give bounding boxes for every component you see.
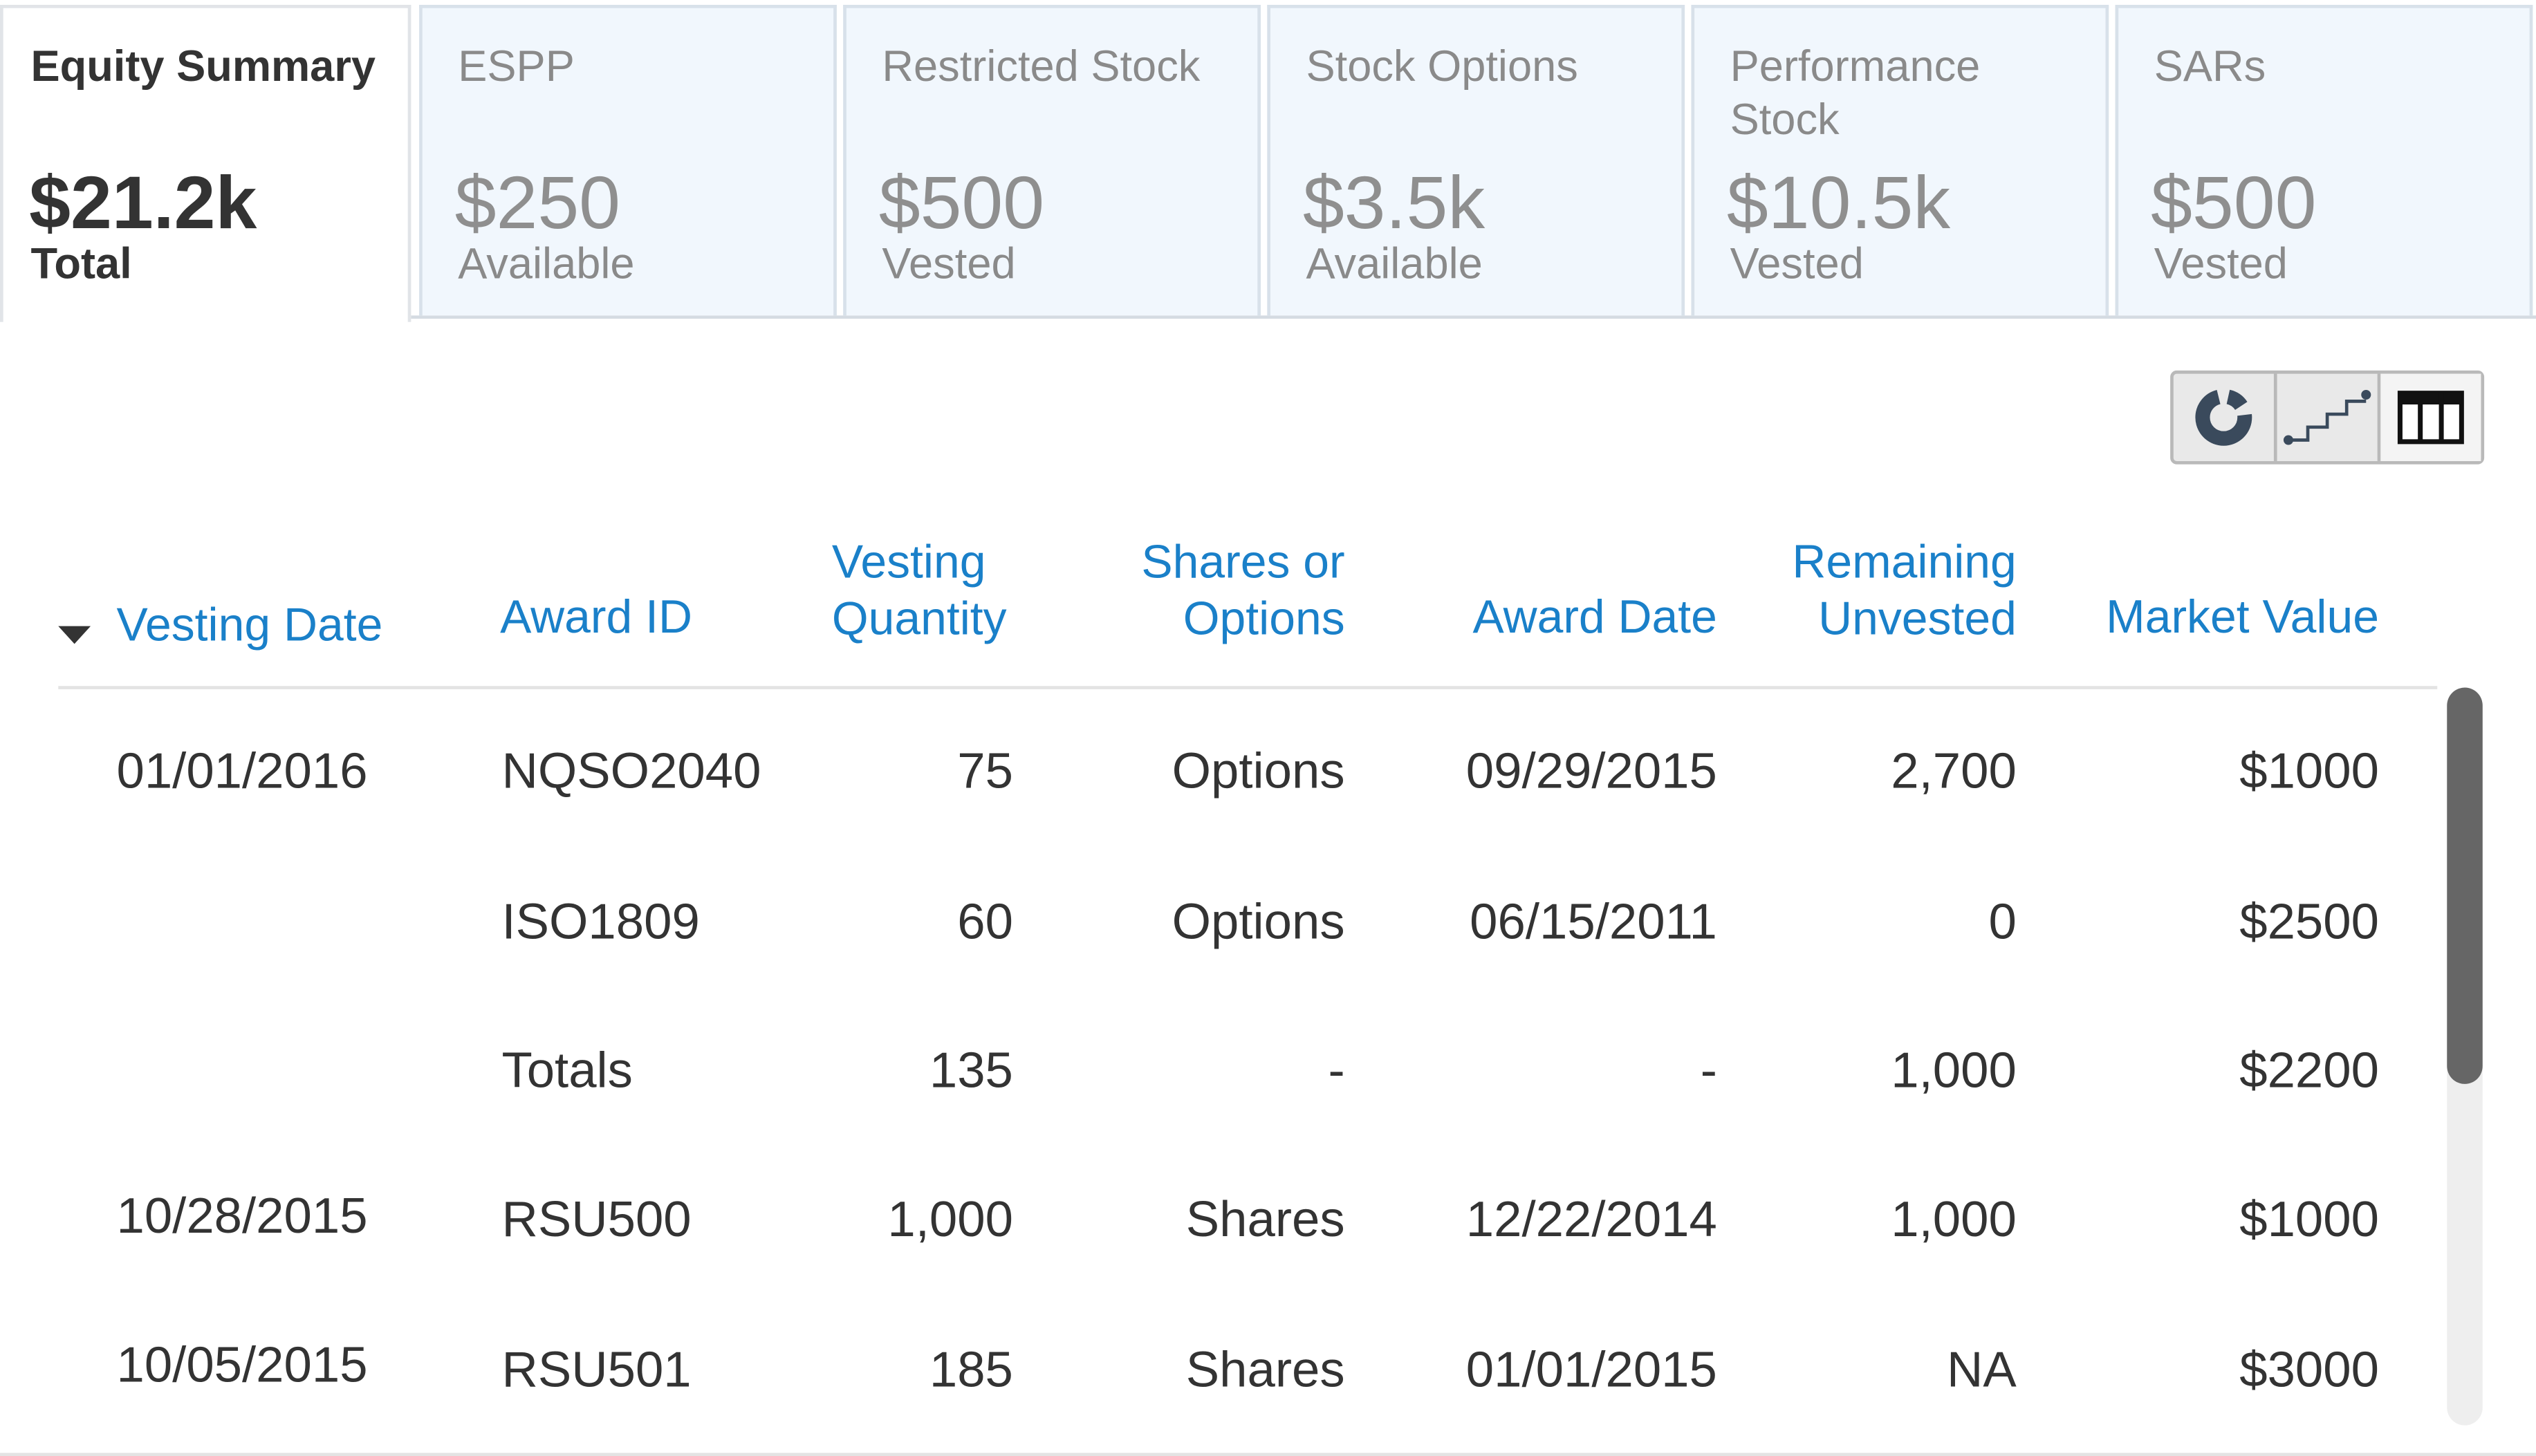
cell-award-date: 09/29/2015 [1465, 743, 1717, 800]
tab-title: Performance Stock [1730, 41, 1981, 144]
tab-label: Total [30, 239, 132, 288]
equity-summary-widget: Equity Summary $21.2k Total ESPP $250 Av… [0, 0, 2536, 1456]
tab-value: $500 [2151, 160, 2317, 245]
tab-stock-options[interactable]: Stock Options $3.5k Available [1267, 5, 1685, 316]
cell-vesting-quantity: 1,000 [887, 1191, 1013, 1248]
cell-vesting-date: 10/05/2015 [116, 1336, 368, 1393]
cell-award-date: 06/15/2011 [1470, 893, 1717, 950]
sort-descending-icon[interactable] [58, 626, 91, 644]
tab-value: $250 [454, 160, 621, 245]
tab-value: $10.5k [1726, 160, 1951, 245]
cell-vesting-quantity: 135 [929, 1042, 1013, 1099]
cell-vesting-quantity: 185 [929, 1341, 1013, 1398]
tab-title: Stock Options [1306, 41, 1578, 91]
header-vesting-quantity[interactable]: Vesting Quantity [832, 536, 1042, 649]
tab-label: Vested [1730, 239, 1864, 288]
tab-label: Vested [882, 239, 1016, 288]
columns-table-icon [2397, 391, 2464, 445]
cell-market-value: $1000 [2239, 1191, 2380, 1248]
cell-shares-or-options: Shares [1185, 1341, 1345, 1398]
cell-market-value: $2500 [2239, 893, 2380, 950]
cell-remaining-unvested: NA [1947, 1341, 2017, 1398]
donut-chart-icon [2195, 389, 2252, 446]
tab-performance-stock[interactable]: Performance Stock $10.5k Vested [1691, 5, 2109, 316]
cell-shares-or-options: Shares [1185, 1191, 1345, 1248]
tab-sars[interactable]: SARs $500 Vested [2115, 5, 2533, 316]
cell-award-date: - [1700, 1042, 1717, 1099]
header-shares-or-options[interactable]: Shares or Options [1086, 536, 1344, 649]
scrollbar-thumb[interactable] [2447, 687, 2483, 1084]
tab-value: $21.2k [29, 160, 257, 245]
cell-remaining-unvested: 1,000 [1891, 1042, 2017, 1099]
cell-shares-or-options: Options [1172, 743, 1345, 800]
view-toggle-group [2170, 370, 2485, 465]
step-chart-icon [2283, 389, 2371, 445]
tab-restricted-stock[interactable]: Restricted Stock $500 Vested [843, 5, 1261, 316]
cell-vesting-quantity: 75 [957, 743, 1013, 800]
cell-shares-or-options: - [1328, 1042, 1345, 1099]
cell-remaining-unvested: 2,700 [1891, 743, 2017, 800]
header-award-id[interactable]: Award ID [500, 590, 692, 647]
tab-title: ESPP [458, 41, 575, 91]
tab-espp[interactable]: ESPP $250 Available [419, 5, 837, 316]
tab-title: SARs [2154, 41, 2266, 91]
bottom-divider [0, 1453, 2536, 1456]
cell-award-id: NQSO2040 [501, 743, 761, 800]
cell-award-id: RSU500 [501, 1191, 692, 1248]
tab-title: Restricted Stock [882, 41, 1201, 91]
cell-market-value: $2200 [2239, 1042, 2380, 1099]
header-remaining-unvested[interactable]: Remaining Unvested [1741, 536, 2016, 649]
donut-view-button[interactable] [2174, 373, 2277, 461]
cell-vesting-quantity: 60 [957, 893, 1013, 950]
header-vesting-date[interactable]: Vesting Date [116, 599, 382, 655]
tab-equity-summary[interactable]: Equity Summary $21.2k Total [0, 5, 411, 322]
tab-value: $3.5k [1302, 160, 1485, 245]
table-view-button[interactable] [2380, 373, 2481, 461]
cell-award-id: ISO1809 [501, 893, 700, 950]
cell-market-value: $1000 [2239, 743, 2380, 800]
tab-title: Equity Summary [30, 41, 376, 91]
cell-award-date: 01/01/2015 [1465, 1341, 1717, 1398]
tab-divider [409, 315, 2536, 319]
tab-label: Available [1306, 239, 1483, 288]
equity-tabs: Equity Summary $21.2k Total ESPP $250 Av… [0, 0, 2536, 322]
cell-remaining-unvested: 1,000 [1891, 1191, 2017, 1248]
tab-value: $500 [878, 160, 1045, 245]
cell-remaining-unvested: 0 [1988, 893, 2017, 950]
cell-market-value: $3000 [2239, 1341, 2380, 1398]
header-divider [58, 686, 2438, 689]
header-award-date[interactable]: Award Date [1394, 590, 1717, 647]
cell-vesting-date: 10/28/2015 [116, 1187, 368, 1244]
cell-award-id: RSU501 [501, 1341, 692, 1398]
cell-award-id: Totals [501, 1042, 633, 1099]
cell-award-date: 12/22/2014 [1465, 1191, 1717, 1248]
cell-vesting-date: 01/01/2016 [116, 743, 368, 800]
tab-label: Vested [2154, 239, 2288, 288]
header-market-value[interactable]: Market Value [2055, 590, 2379, 647]
step-view-button[interactable] [2277, 373, 2381, 461]
cell-shares-or-options: Options [1172, 893, 1345, 950]
tab-label: Available [458, 239, 635, 288]
